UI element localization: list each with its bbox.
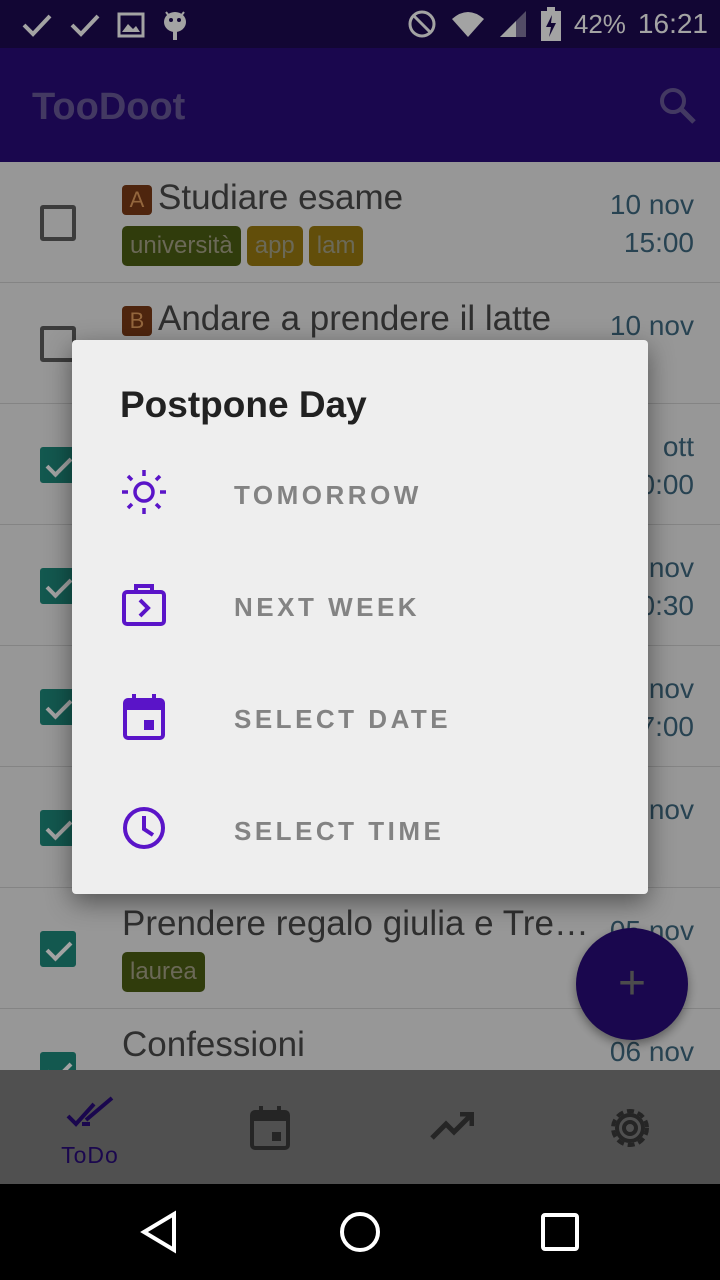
option-select-date[interactable]: SELECT DATE: [72, 664, 648, 776]
dialog-title: Postpone Day: [120, 384, 367, 425]
system-navigation-bar: [0, 1184, 720, 1280]
clock-icon: [123, 807, 165, 849]
next-week-icon: [122, 584, 166, 626]
option-label: SELECT DATE: [234, 704, 452, 734]
postpone-dialog: Postpone Day TOMORROW NEXT WEEK SELECT D…: [72, 340, 648, 894]
option-label: TOMORROW: [234, 480, 422, 510]
option-label: SELECT TIME: [234, 816, 445, 846]
option-label: NEXT WEEK: [234, 592, 421, 622]
option-select-time[interactable]: SELECT TIME: [72, 776, 648, 888]
sun-icon: [122, 470, 166, 514]
option-next-week[interactable]: NEXT WEEK: [72, 552, 648, 664]
option-tomorrow[interactable]: TOMORROW: [72, 440, 648, 552]
home-icon[interactable]: [338, 1210, 382, 1254]
calendar-icon: [123, 694, 165, 740]
recents-icon[interactable]: [538, 1210, 582, 1254]
back-icon[interactable]: [138, 1210, 182, 1254]
